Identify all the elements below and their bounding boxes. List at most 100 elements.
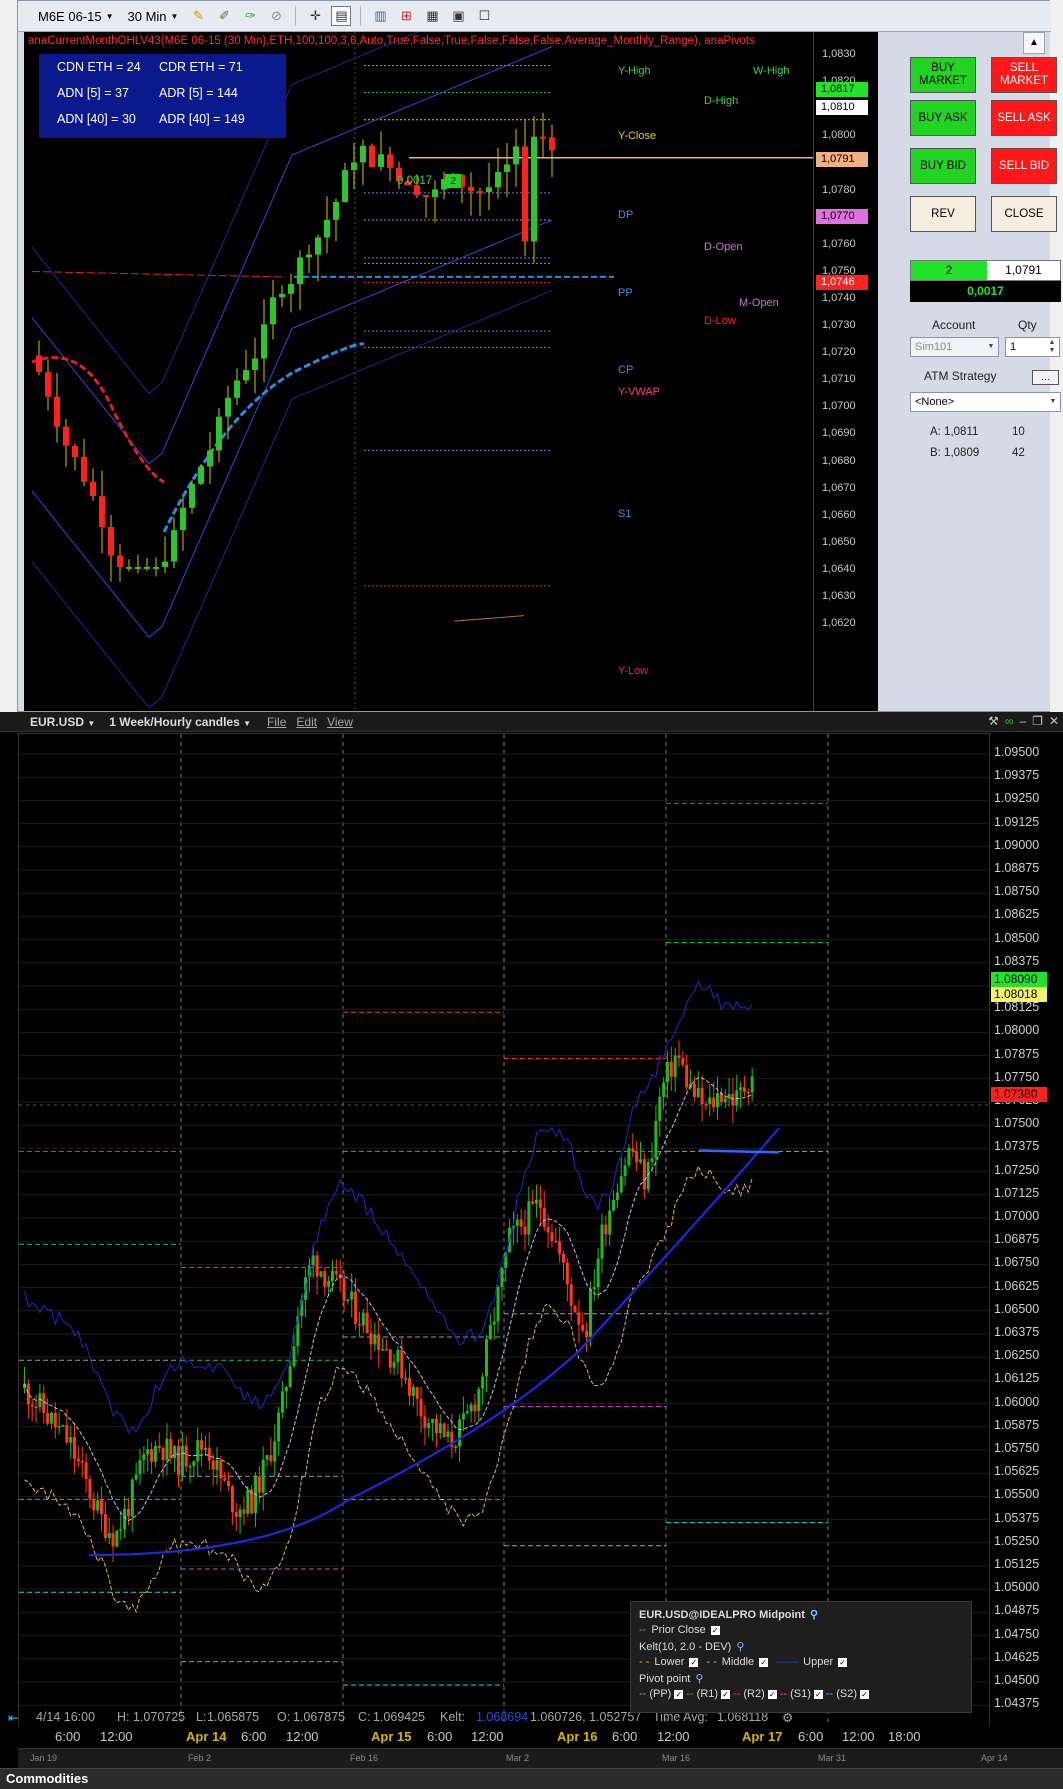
candle [198, 466, 204, 484]
crosshair-icon[interactable]: ✛ [305, 6, 325, 26]
chart-template-icon[interactable]: ▦ [422, 6, 442, 26]
close-icon[interactable]: ✕ [1049, 714, 1059, 728]
indicators-icon[interactable]: ▥ [370, 6, 390, 26]
period-selector[interactable]: 1 Week/Hourly candles ▼ [109, 715, 251, 729]
navigator-date-label: Feb 2 [188, 1753, 212, 1763]
atm-settings-button[interactable]: … [1032, 370, 1059, 385]
dash-line-icon: - - [706, 1656, 717, 1668]
r2-checkbox[interactable]: ✓ [767, 1689, 777, 1699]
account-select[interactable]: Sim101 ▼ [910, 337, 999, 357]
candle [473, 1404, 477, 1412]
restore-icon[interactable]: ❐ [1032, 714, 1043, 728]
candle [273, 1441, 277, 1462]
quantity-stepper[interactable]: 1 ▲ ▼ [1005, 337, 1060, 357]
minimize-icon[interactable]: – [1019, 714, 1026, 728]
pp-checkbox[interactable]: ✓ [674, 1689, 684, 1699]
candle [696, 1087, 700, 1097]
pen-tool-icon[interactable]: ✑ [240, 6, 260, 26]
sell-bid-button[interactable]: SELL BID [991, 148, 1057, 184]
legend-prior-close-label: Prior Close [651, 1624, 706, 1636]
data-box-icon[interactable]: ▤ [331, 6, 352, 26]
candle [600, 1224, 604, 1259]
candle [234, 1512, 238, 1517]
menu-view[interactable]: View [327, 715, 353, 729]
buy-bid-button[interactable]: BUY BID [910, 148, 976, 184]
price-chart[interactable] [18, 733, 990, 1733]
candle [423, 1416, 427, 1428]
close-position-button[interactable]: CLOSE [991, 196, 1057, 232]
candle [180, 507, 186, 531]
period-selector[interactable]: 30 Min ▼ [124, 7, 183, 26]
prior-close-checkbox[interactable]: ✓ [710, 1625, 720, 1635]
candle [654, 1120, 658, 1159]
r1-checkbox[interactable]: ✓ [721, 1689, 731, 1699]
candle [327, 1280, 331, 1287]
candle [669, 1061, 673, 1077]
s1-checkbox[interactable]: ✓ [813, 1689, 823, 1699]
scroll-up-button[interactable]: ▲ [1023, 32, 1045, 54]
candle [681, 1058, 685, 1065]
middle-checkbox[interactable]: ✓ [759, 1657, 769, 1667]
buy-market-button[interactable]: BUY MARKET [910, 57, 976, 93]
candle [434, 1418, 438, 1434]
candle [408, 1378, 411, 1396]
candle [377, 1334, 381, 1351]
menu-edit[interactable]: Edit [296, 715, 317, 729]
time-axis-label: 12:00 [842, 1729, 875, 1744]
instrument-value: M6E 06-15 [38, 8, 102, 24]
kelt-upper-price-tag: 1.08090 [991, 972, 1047, 987]
reverse-button[interactable]: REV [910, 196, 976, 232]
candle [123, 1508, 127, 1530]
candle [577, 1312, 581, 1325]
candle [581, 1324, 585, 1331]
price-axis-label: 1,0640 [822, 562, 856, 575]
candle [554, 1240, 558, 1243]
menu-file[interactable]: File [267, 715, 286, 729]
properties-icon[interactable]: ☐ [474, 6, 494, 26]
spin-arrows-icon[interactable]: ▲ ▼ [1046, 339, 1058, 355]
price-axis-label: 1.05000 [994, 1580, 1040, 1595]
wrench-icon[interactable]: ⚒ [988, 714, 999, 728]
position-qty-marker[interactable]: 2 [445, 174, 461, 188]
pin-icon[interactable]: ⚲ [736, 1640, 744, 1653]
zoom-icon[interactable]: ⊘ [266, 6, 286, 26]
s2-checkbox[interactable]: ✓ [859, 1689, 869, 1699]
time-axis-day-label: Apr 16 [557, 1729, 598, 1744]
bar-style-icon[interactable]: ✎ [188, 6, 208, 26]
upper-checkbox[interactable]: ✓ [838, 1657, 848, 1667]
sell-market-button[interactable]: SELL MARKET [991, 57, 1057, 93]
symbol-selector[interactable]: EUR.USD ▼ [30, 715, 95, 729]
candle [207, 450, 213, 467]
candle [270, 297, 276, 325]
price-axis-label: 1.05875 [994, 1417, 1040, 1432]
price-axis-label: 1.07125 [994, 1185, 1040, 1200]
chevron-down-icon: ▼ [87, 718, 96, 728]
candle [108, 527, 114, 556]
candle [673, 1055, 677, 1077]
link-icon[interactable]: ∞ [1005, 714, 1014, 728]
candle [477, 1388, 481, 1412]
strategies-icon[interactable]: ⊞ [396, 6, 416, 26]
candle [354, 1291, 358, 1325]
candle [279, 293, 285, 298]
date-navigator[interactable]: Jan 19 Feb 2 Feb 16 Mar 2 Mar 16 Mar 31 Apr 14 [18, 1748, 1063, 1768]
footer-tab-commodities[interactable]: Commodities [0, 1768, 1063, 1789]
atm-strategy-select[interactable]: <None> ▼ [910, 392, 1061, 412]
pin-icon[interactable]: ⚲ [695, 1672, 703, 1685]
candle [723, 1098, 727, 1103]
buy-ask-button[interactable]: BUY ASK [910, 100, 976, 136]
drawing-tool-icon[interactable]: ✐ [214, 6, 234, 26]
instrument-selector[interactable]: M6E 06-15 ▼ [34, 7, 118, 26]
price-axis-label: 1,0680 [822, 454, 856, 467]
snapshot-icon[interactable]: ▣ [448, 6, 468, 26]
pin-icon[interactable]: ⚲ [810, 1608, 818, 1621]
expand-arrow-icon[interactable]: ⇤ [8, 1710, 18, 1725]
candle [242, 1509, 246, 1514]
indicator-title: anaCurrentMonthOHLV43(M6E 06-15 (30 Min)… [28, 35, 755, 47]
lower-checkbox[interactable]: ✓ [689, 1657, 699, 1667]
sell-ask-button[interactable]: SELL ASK [991, 100, 1057, 136]
candle [496, 1286, 500, 1322]
price-chart[interactable]: anaCurrentMonthOHLV43(M6E 06-15 (30 Min)… [24, 32, 813, 711]
price-axis-label: 1.08000 [994, 1023, 1040, 1038]
candle [369, 145, 375, 167]
